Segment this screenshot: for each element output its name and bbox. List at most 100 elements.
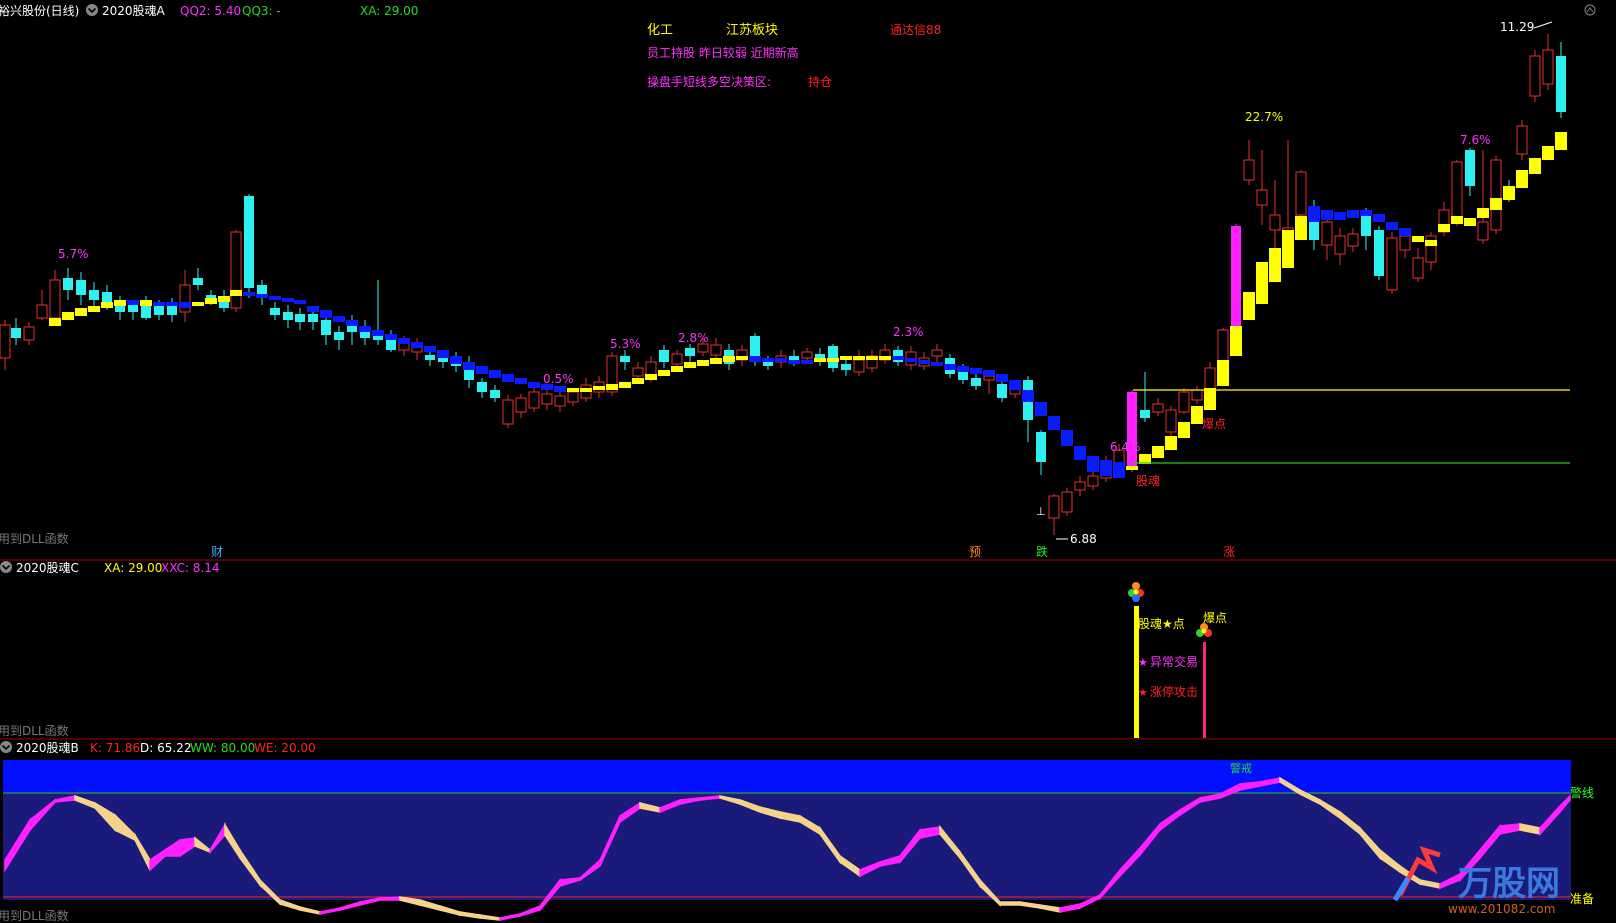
candle [36, 290, 48, 320]
candle [971, 372, 981, 390]
pct-label: 6.4% [1110, 440, 1141, 454]
collapse-icon-c[interactable] [0, 561, 12, 573]
ma-block [1386, 222, 1398, 230]
ma-block [1022, 390, 1034, 402]
indicator-c-name: 2020股魂C [16, 560, 79, 575]
kd-ribbon-segment [419, 898, 441, 911]
dll-note-a: 用到DLL函数 [0, 531, 69, 546]
candle [89, 282, 99, 310]
candle [879, 344, 891, 364]
ma-block [411, 342, 423, 348]
candle [63, 268, 73, 300]
ma-block [515, 378, 527, 384]
candle [76, 272, 86, 305]
ma-block [166, 302, 178, 306]
ma-block [140, 300, 152, 306]
ma-block [814, 358, 826, 362]
collapse-icon-a[interactable] [86, 4, 98, 16]
pct-label: 2.8% [678, 331, 709, 345]
ma-block [320, 310, 332, 318]
kd-ribbon-segment [1019, 901, 1041, 909]
kd-overbought-band [3, 760, 1571, 793]
k-value: K: 71.86 [90, 741, 140, 755]
candle [270, 302, 280, 320]
candle [230, 230, 242, 312]
ma-block [1256, 262, 1268, 304]
ma-block [1425, 240, 1437, 246]
pct-label: 0.5% [543, 372, 574, 386]
candle [347, 315, 357, 345]
indicator-a-name: 2020股魂A [102, 3, 166, 18]
candle [295, 308, 305, 330]
ma-block [49, 318, 61, 326]
ma-block [1555, 132, 1567, 150]
candle [1334, 228, 1346, 265]
kd-ribbon-segment [319, 907, 341, 915]
candle [11, 318, 21, 345]
candle [1386, 232, 1398, 294]
ma-block [372, 330, 384, 336]
ma-block [567, 388, 579, 392]
ma-block [775, 358, 787, 362]
candle [179, 270, 191, 322]
candle [23, 322, 35, 345]
collapse-icon-b[interactable] [0, 741, 12, 753]
kd-ribbon-segment [339, 900, 361, 911]
ma-block [127, 300, 139, 305]
sector-label: 化工 [647, 23, 673, 38]
source-label: 通达信88 [890, 23, 941, 37]
pct-label: 7.6% [1460, 133, 1491, 147]
ma-block [905, 358, 917, 362]
decision-value: 持仓 [808, 74, 832, 89]
kd-ribbon-segment [379, 896, 401, 901]
candle [411, 338, 423, 360]
candle [321, 315, 331, 345]
kd-ribbon-segment [999, 901, 1021, 906]
ma-block [1477, 208, 1489, 218]
ma-block [1295, 216, 1307, 240]
pct-label: 2.3% [893, 325, 924, 339]
ma-block [1009, 380, 1021, 390]
ma-block [801, 360, 813, 364]
ma-block [307, 306, 319, 312]
kd-ribbon-segment [479, 914, 501, 921]
ma-block [1100, 460, 1112, 476]
candle [685, 344, 695, 362]
label-burst: 爆点 [1203, 611, 1227, 625]
candle [1477, 150, 1489, 244]
candle [853, 350, 865, 376]
ma-block [192, 302, 204, 306]
pct-label: 5.3% [610, 337, 641, 351]
ma-block [398, 338, 410, 344]
marker-die: 跌 [1036, 544, 1048, 559]
candle [1321, 218, 1333, 260]
candle [1347, 228, 1359, 252]
candle [193, 268, 203, 290]
ma-block [1152, 446, 1164, 458]
we-value: WE: 20.00 [254, 741, 316, 755]
ma-block [75, 308, 87, 316]
candle [1036, 430, 1046, 475]
ma-block [230, 290, 242, 296]
candle [997, 380, 1007, 402]
candle [49, 270, 61, 322]
close-panel-icon[interactable] [1584, 4, 1596, 16]
candle [528, 386, 540, 412]
candle [1023, 376, 1033, 442]
high-price-label: 11.29 [1500, 20, 1534, 34]
ma-block [114, 300, 126, 306]
ma-block [101, 302, 113, 308]
ma-block [205, 298, 217, 304]
ma-block [1516, 170, 1528, 188]
ma-block [1035, 402, 1047, 416]
ma-block [957, 366, 969, 372]
candlestick-series [0, 34, 1566, 535]
ma-block [1308, 206, 1320, 222]
ma-block [424, 346, 436, 352]
ma-block [866, 356, 878, 360]
ma-block [476, 366, 488, 374]
candle [866, 350, 878, 372]
qq3-value: QQ3: - [242, 4, 281, 18]
tags-label: 员工持股 昨日较弱 近期新高 [647, 45, 799, 60]
candle [1178, 388, 1190, 414]
